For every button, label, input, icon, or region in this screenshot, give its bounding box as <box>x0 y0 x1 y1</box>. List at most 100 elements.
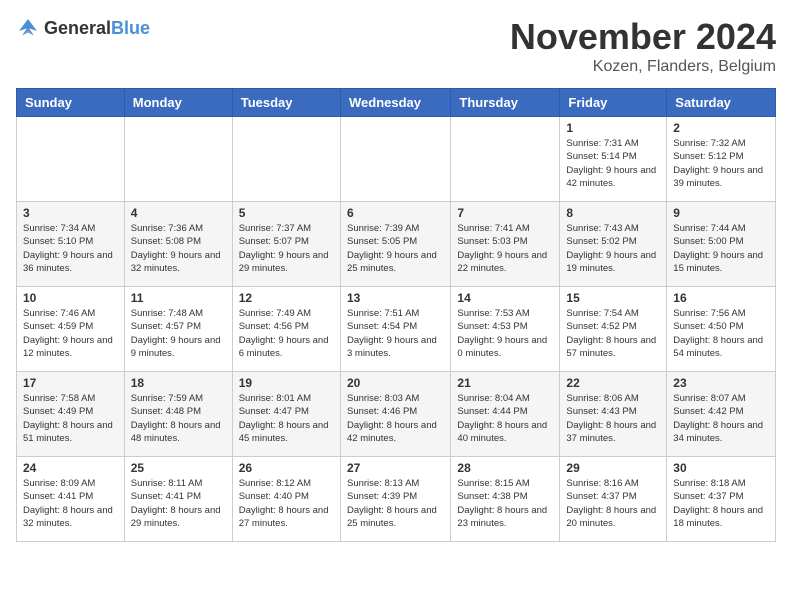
day-cell: 22 Sunrise: 8:06 AM Sunset: 4:43 PM Dayli… <box>560 372 667 457</box>
week-row-4: 17 Sunrise: 7:58 AM Sunset: 4:49 PM Dayli… <box>17 372 776 457</box>
day-info: Sunrise: 8:15 AM Sunset: 4:38 PM Dayligh… <box>457 477 553 530</box>
calendar-header-row: SundayMondayTuesdayWednesdayThursdayFrid… <box>17 89 776 117</box>
day-cell: 6 Sunrise: 7:39 AM Sunset: 5:05 PM Daylig… <box>340 202 450 287</box>
day-number: 6 <box>347 206 444 220</box>
week-row-5: 24 Sunrise: 8:09 AM Sunset: 4:41 PM Dayli… <box>17 457 776 542</box>
day-info: Sunrise: 7:37 AM Sunset: 5:07 PM Dayligh… <box>239 222 334 275</box>
day-cell: 19 Sunrise: 8:01 AM Sunset: 4:47 PM Dayli… <box>232 372 340 457</box>
logo-text-blue: Blue <box>111 18 150 38</box>
day-cell: 8Sunrise: 7:43 AM Sunset: 5:02 PM Daylig… <box>560 202 667 287</box>
logo-text-general: General <box>44 18 111 38</box>
day-info: Sunrise: 7:49 AM Sunset: 4:56 PM Dayligh… <box>239 307 334 360</box>
day-cell: 5 Sunrise: 7:37 AM Sunset: 5:07 PM Daylig… <box>232 202 340 287</box>
header-monday: Monday <box>124 89 232 117</box>
day-number: 23 <box>673 376 769 390</box>
day-cell: 10 Sunrise: 7:46 AM Sunset: 4:59 PM Dayli… <box>17 287 125 372</box>
day-number: 14 <box>457 291 553 305</box>
day-info: Sunrise: 7:43 AM Sunset: 5:02 PM Dayligh… <box>566 222 660 275</box>
day-number: 10 <box>23 291 118 305</box>
day-info: Sunrise: 8:07 AM Sunset: 4:42 PM Dayligh… <box>673 392 769 445</box>
day-cell: 29Sunrise: 8:16 AM Sunset: 4:37 PM Dayli… <box>560 457 667 542</box>
day-number: 17 <box>23 376 118 390</box>
day-info: Sunrise: 7:31 AM Sunset: 5:14 PM Dayligh… <box>566 137 660 190</box>
day-cell: 20Sunrise: 8:03 AM Sunset: 4:46 PM Dayli… <box>340 372 450 457</box>
week-row-2: 3 Sunrise: 7:34 AM Sunset: 5:10 PM Daylig… <box>17 202 776 287</box>
day-info: Sunrise: 8:12 AM Sunset: 4:40 PM Dayligh… <box>239 477 334 530</box>
day-number: 19 <box>239 376 334 390</box>
day-cell: 23 Sunrise: 8:07 AM Sunset: 4:42 PM Dayli… <box>667 372 776 457</box>
day-number: 21 <box>457 376 553 390</box>
day-cell <box>232 117 340 202</box>
day-number: 22 <box>566 376 660 390</box>
day-cell: 12 Sunrise: 7:49 AM Sunset: 4:56 PM Dayli… <box>232 287 340 372</box>
day-number: 1 <box>566 121 660 135</box>
day-cell <box>451 117 560 202</box>
day-number: 5 <box>239 206 334 220</box>
day-number: 4 <box>131 206 226 220</box>
day-cell: 17 Sunrise: 7:58 AM Sunset: 4:49 PM Dayli… <box>17 372 125 457</box>
day-cell <box>124 117 232 202</box>
logo: GeneralBlue <box>16 16 150 40</box>
day-info: Sunrise: 7:54 AM Sunset: 4:52 PM Dayligh… <box>566 307 660 360</box>
day-number: 9 <box>673 206 769 220</box>
day-cell: 15 Sunrise: 7:54 AM Sunset: 4:52 PM Dayli… <box>560 287 667 372</box>
header-wednesday: Wednesday <box>340 89 450 117</box>
day-cell: 14 Sunrise: 7:53 AM Sunset: 4:53 PM Dayli… <box>451 287 560 372</box>
header-tuesday: Tuesday <box>232 89 340 117</box>
day-cell: 9 Sunrise: 7:44 AM Sunset: 5:00 PM Daylig… <box>667 202 776 287</box>
day-info: Sunrise: 7:44 AM Sunset: 5:00 PM Dayligh… <box>673 222 769 275</box>
day-number: 18 <box>131 376 226 390</box>
day-info: Sunrise: 7:39 AM Sunset: 5:05 PM Dayligh… <box>347 222 444 275</box>
day-info: Sunrise: 7:53 AM Sunset: 4:53 PM Dayligh… <box>457 307 553 360</box>
day-info: Sunrise: 8:09 AM Sunset: 4:41 PM Dayligh… <box>23 477 118 530</box>
day-cell: 18 Sunrise: 7:59 AM Sunset: 4:48 PM Dayli… <box>124 372 232 457</box>
month-title: November 2024 <box>510 16 776 58</box>
header-friday: Friday <box>560 89 667 117</box>
day-cell <box>340 117 450 202</box>
day-number: 13 <box>347 291 444 305</box>
day-number: 30 <box>673 461 769 475</box>
day-number: 15 <box>566 291 660 305</box>
day-info: Sunrise: 7:56 AM Sunset: 4:50 PM Dayligh… <box>673 307 769 360</box>
day-number: 2 <box>673 121 769 135</box>
day-cell: 25Sunrise: 8:11 AM Sunset: 4:41 PM Dayli… <box>124 457 232 542</box>
day-cell: 7 Sunrise: 7:41 AM Sunset: 5:03 PM Daylig… <box>451 202 560 287</box>
day-number: 7 <box>457 206 553 220</box>
day-cell: 2 Sunrise: 7:32 AM Sunset: 5:12 PM Daylig… <box>667 117 776 202</box>
day-number: 3 <box>23 206 118 220</box>
day-info: Sunrise: 7:41 AM Sunset: 5:03 PM Dayligh… <box>457 222 553 275</box>
day-cell: 16 Sunrise: 7:56 AM Sunset: 4:50 PM Dayli… <box>667 287 776 372</box>
day-number: 29 <box>566 461 660 475</box>
day-number: 24 <box>23 461 118 475</box>
day-cell: 1 Sunrise: 7:31 AM Sunset: 5:14 PM Daylig… <box>560 117 667 202</box>
day-number: 27 <box>347 461 444 475</box>
week-row-1: 1 Sunrise: 7:31 AM Sunset: 5:14 PM Daylig… <box>17 117 776 202</box>
day-info: Sunrise: 7:59 AM Sunset: 4:48 PM Dayligh… <box>131 392 226 445</box>
day-info: Sunrise: 8:18 AM Sunset: 4:37 PM Dayligh… <box>673 477 769 530</box>
day-number: 26 <box>239 461 334 475</box>
day-cell: 11Sunrise: 7:48 AM Sunset: 4:57 PM Dayli… <box>124 287 232 372</box>
header-thursday: Thursday <box>451 89 560 117</box>
header-sunday: Sunday <box>17 89 125 117</box>
day-info: Sunrise: 7:58 AM Sunset: 4:49 PM Dayligh… <box>23 392 118 445</box>
day-number: 28 <box>457 461 553 475</box>
day-info: Sunrise: 7:32 AM Sunset: 5:12 PM Dayligh… <box>673 137 769 190</box>
day-info: Sunrise: 7:51 AM Sunset: 4:54 PM Dayligh… <box>347 307 444 360</box>
day-cell: 3 Sunrise: 7:34 AM Sunset: 5:10 PM Daylig… <box>17 202 125 287</box>
day-info: Sunrise: 8:04 AM Sunset: 4:44 PM Dayligh… <box>457 392 553 445</box>
day-cell <box>17 117 125 202</box>
day-info: Sunrise: 7:36 AM Sunset: 5:08 PM Dayligh… <box>131 222 226 275</box>
day-info: Sunrise: 8:01 AM Sunset: 4:47 PM Dayligh… <box>239 392 334 445</box>
day-info: Sunrise: 8:06 AM Sunset: 4:43 PM Dayligh… <box>566 392 660 445</box>
page-header: GeneralBlue November 2024 Kozen, Flander… <box>16 16 776 76</box>
day-info: Sunrise: 7:46 AM Sunset: 4:59 PM Dayligh… <box>23 307 118 360</box>
day-cell: 30 Sunrise: 8:18 AM Sunset: 4:37 PM Dayli… <box>667 457 776 542</box>
day-info: Sunrise: 7:34 AM Sunset: 5:10 PM Dayligh… <box>23 222 118 275</box>
day-cell: 13 Sunrise: 7:51 AM Sunset: 4:54 PM Dayli… <box>340 287 450 372</box>
day-number: 25 <box>131 461 226 475</box>
day-number: 16 <box>673 291 769 305</box>
day-number: 20 <box>347 376 444 390</box>
day-number: 12 <box>239 291 334 305</box>
day-cell: 24 Sunrise: 8:09 AM Sunset: 4:41 PM Dayli… <box>17 457 125 542</box>
day-cell: 21 Sunrise: 8:04 AM Sunset: 4:44 PM Dayli… <box>451 372 560 457</box>
